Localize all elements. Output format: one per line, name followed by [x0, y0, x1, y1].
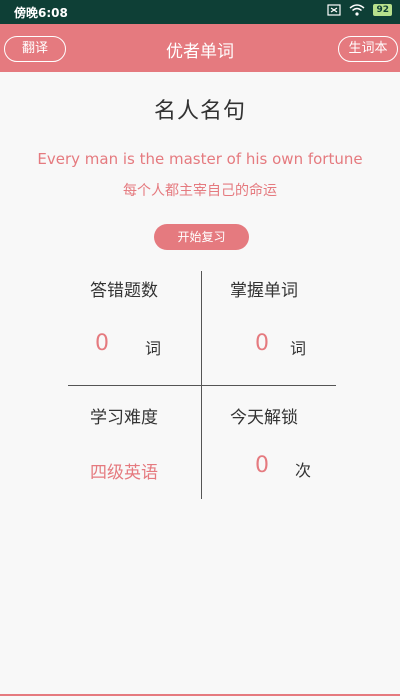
notification-icon [327, 4, 342, 16]
start-review-button[interactable]: 开始复习 [154, 224, 249, 250]
battery-icon: 92 [373, 4, 392, 16]
wrong-answers-count: 0 [95, 331, 109, 356]
quote-chinese: 每个人都主宰自己的命运 [123, 183, 277, 199]
unlocked-today-count: 0 [255, 453, 269, 478]
unlocked-today-unit: 次 [295, 461, 312, 480]
status-time: 傍晚6:08 [14, 6, 68, 20]
status-icons: 92 [327, 4, 392, 16]
app-bar: 翻译 优者单词 生词本 [0, 24, 400, 72]
wrong-answers-unit: 词 [145, 339, 162, 358]
wrong-answers-label: 答错题数 [90, 281, 158, 301]
bottom-accent-line [0, 694, 400, 696]
wifi-icon [349, 4, 365, 16]
vocabulary-book-button[interactable]: 生词本 [338, 36, 398, 62]
unlocked-today-label: 今天解锁 [230, 408, 298, 428]
mastered-words-label: 掌握单词 [230, 281, 298, 301]
quote-english: Every man is the master of his own fortu… [37, 150, 363, 168]
mastered-words-count: 0 [255, 331, 269, 356]
difficulty-label: 学习难度 [90, 408, 158, 428]
difficulty-value[interactable]: 四级英语 [90, 458, 158, 483]
grid-divider-horizontal [68, 385, 336, 386]
status-bar: 傍晚6:08 92 [0, 0, 400, 24]
quote-heading: 名人名句 [153, 99, 246, 124]
mastered-words-unit: 词 [290, 339, 307, 358]
